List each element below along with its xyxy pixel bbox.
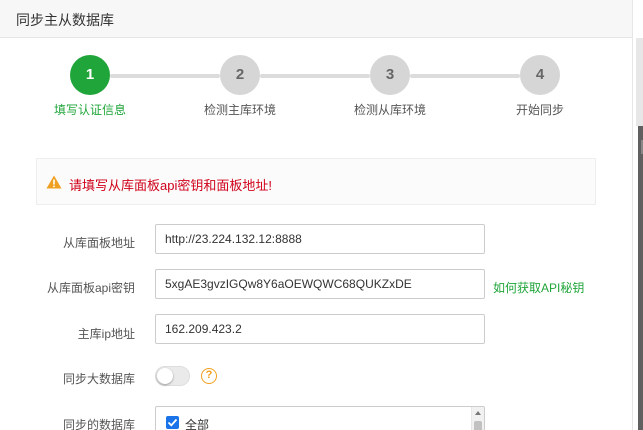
master-ip-input[interactable] (155, 314, 485, 344)
option-all-label: 全部 (185, 418, 210, 430)
api-key-help-link[interactable]: 如何获取API秘钥 (493, 279, 584, 296)
check-icon (167, 418, 178, 427)
step-connector (110, 74, 220, 78)
dialog-title: 同步主从数据库 (16, 12, 114, 28)
slave-api-key-label: 从库面板api密钥 (46, 281, 135, 295)
master-ip-label: 主库ip地址 (77, 327, 135, 341)
step-2-label: 检测主库环境 (203, 103, 276, 117)
step-3-circle: 3 (370, 55, 410, 95)
warning-alert: 请填写从库面板api密钥和面板地址! (36, 158, 596, 205)
toggle-knob (157, 368, 173, 384)
step-connector (410, 74, 520, 78)
alert-message: 请填写从库面板api密钥和面板地址! (69, 178, 272, 193)
step-4-circle: 4 (520, 55, 560, 95)
question-icon[interactable]: ? (201, 368, 217, 384)
scroll-up-icon[interactable] (475, 411, 481, 415)
step-1-label: 填写认证信息 (53, 103, 126, 117)
step-1-circle: 1 (70, 55, 110, 95)
warning-icon (46, 175, 62, 189)
step-connector (260, 74, 370, 78)
sync-large-db-toggle[interactable] (155, 366, 190, 386)
step-4-label: 开始同步 (515, 103, 564, 117)
scroll-thumb[interactable] (474, 421, 482, 430)
step-3-label: 检测从库环境 (353, 103, 426, 117)
slave-panel-url-label: 从库面板地址 (62, 236, 135, 250)
list-scrollbar[interactable] (471, 407, 484, 430)
background-page-edge (632, 0, 643, 430)
sync-databases-label: 同步的数据库 (62, 418, 135, 430)
slave-panel-url-input[interactable] (155, 224, 485, 254)
database-select-list[interactable]: 全部 (155, 406, 485, 430)
checkbox-all[interactable] (166, 416, 179, 429)
sync-large-db-label: 同步大数据库 (62, 372, 135, 386)
dialog-titlebar: 同步主从数据库 (0, 0, 632, 38)
step-2-circle: 2 (220, 55, 260, 95)
step-progress: 1 2 3 4 填写认证信息 检测主库环境 检测从库环境 开始同步 (0, 55, 632, 120)
slave-api-key-input[interactable] (155, 269, 485, 299)
